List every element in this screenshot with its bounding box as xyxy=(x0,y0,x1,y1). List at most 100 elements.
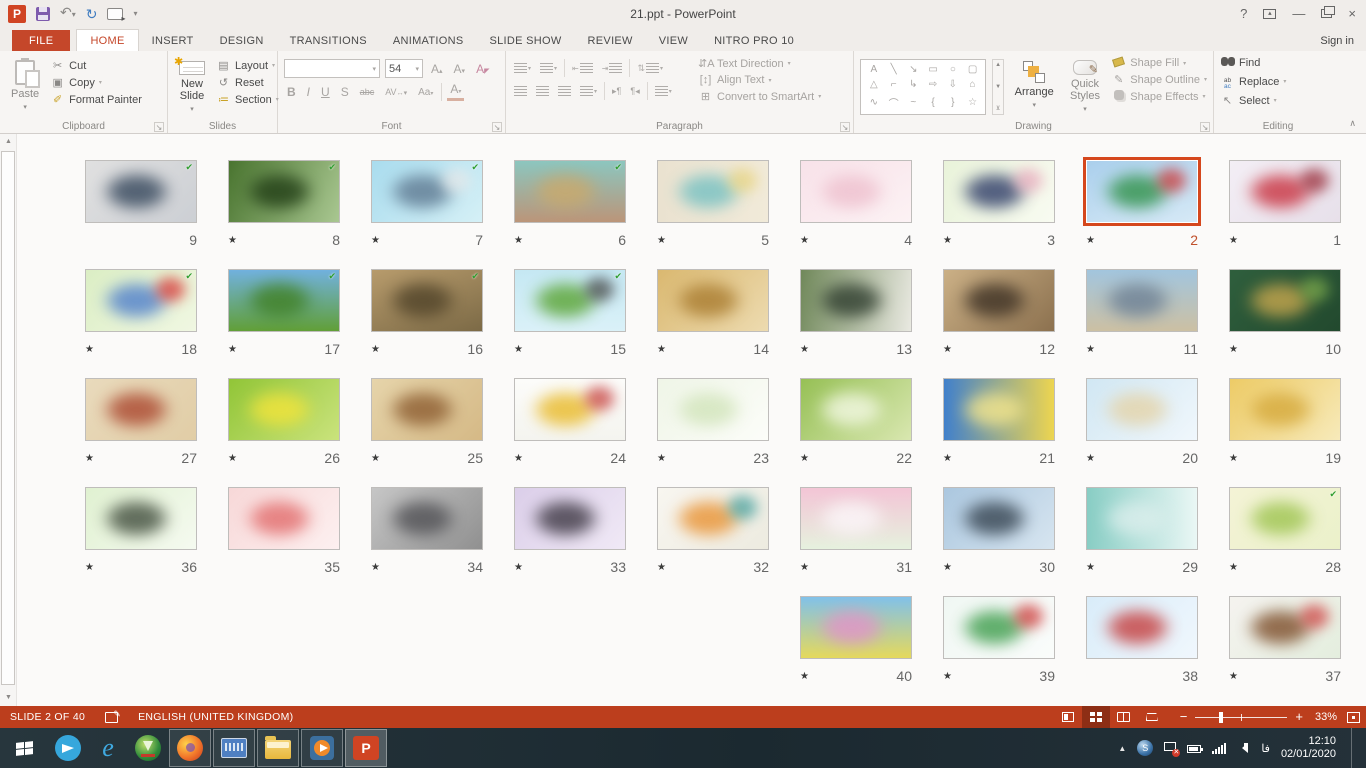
slide-thumb-35[interactable] xyxy=(228,487,340,550)
slide-thumb-34[interactable] xyxy=(371,487,483,550)
slide-sorter-view-button[interactable] xyxy=(1082,706,1110,728)
zoom-in-button[interactable]: + xyxy=(1295,712,1303,722)
vertical-scrollbar[interactable]: ▲ ▼ xyxy=(0,134,17,706)
tab-animations[interactable]: ANIMATIONS xyxy=(380,30,477,51)
taskbar-telegram-icon[interactable] xyxy=(48,728,88,768)
text-direction-button[interactable]: ⇵AText Direction▾ xyxy=(698,57,821,70)
slide-thumb-3[interactable] xyxy=(943,160,1055,223)
action-center-flag-icon[interactable] xyxy=(1164,742,1176,755)
format-painter-button[interactable]: ✐Format Painter xyxy=(50,93,142,106)
collapse-ribbon-icon[interactable]: ∧ xyxy=(1349,118,1356,129)
shapes-gallery-scroll[interactable]: ▲▼⊻ xyxy=(992,59,1003,115)
transition-star-icon[interactable]: ★ xyxy=(1086,453,1095,464)
shape-glyph-6[interactable]: △ xyxy=(870,79,878,90)
slide-thumb-18[interactable]: ✔ xyxy=(85,269,197,332)
slide-thumb-38[interactable] xyxy=(1086,596,1198,659)
transition-star-icon[interactable]: ★ xyxy=(943,671,952,682)
slide-thumb-20[interactable] xyxy=(1086,378,1198,441)
strikethrough-button[interactable]: abc xyxy=(357,87,378,97)
slide-show-button[interactable] xyxy=(1138,706,1166,728)
shape-glyph-0[interactable]: A xyxy=(871,64,878,75)
zoom-out-button[interactable]: − xyxy=(1180,712,1188,722)
find-button[interactable]: Find xyxy=(1220,57,1286,69)
slide-thumb-23[interactable] xyxy=(657,378,769,441)
slide-thumb-11[interactable] xyxy=(1086,269,1198,332)
slide-thumb-27[interactable] xyxy=(85,378,197,441)
convert-smartart-button[interactable]: ⊞Convert to SmartArt▾ xyxy=(698,90,821,103)
transition-star-icon[interactable]: ★ xyxy=(800,235,809,246)
slide-thumb-29[interactable] xyxy=(1086,487,1198,550)
shape-glyph-11[interactable]: ⌂ xyxy=(970,79,976,90)
customize-qat-icon[interactable]: ▾ xyxy=(133,9,137,18)
taskbar-download-manager-icon[interactable] xyxy=(128,728,168,768)
transition-star-icon[interactable]: ★ xyxy=(1086,344,1095,355)
taskbar-file-explorer-icon[interactable] xyxy=(257,729,299,767)
shape-glyph-5[interactable]: ▢ xyxy=(968,64,977,75)
layout-button[interactable]: ▤Layout▾ xyxy=(216,59,279,72)
shape-glyph-16[interactable]: } xyxy=(951,97,954,108)
shape-outline-button[interactable]: ✎Shape Outline▾ xyxy=(1111,73,1207,86)
ribbon-display-options-icon[interactable]: ▴ xyxy=(1263,9,1276,19)
shape-glyph-12[interactable]: ∿ xyxy=(870,97,878,108)
transition-star-icon[interactable]: ★ xyxy=(1086,235,1095,246)
increase-font-size-button[interactable]: A▴ xyxy=(428,62,446,76)
slide-thumb-17[interactable]: ✔ xyxy=(228,269,340,332)
shape-glyph-9[interactable]: ⇨ xyxy=(929,79,937,90)
reset-button[interactable]: ↺Reset xyxy=(216,76,279,89)
transition-star-icon[interactable]: ★ xyxy=(1229,453,1238,464)
bullets-button[interactable]: ▾ xyxy=(512,62,533,75)
transition-star-icon[interactable]: ★ xyxy=(85,562,94,573)
transition-star-icon[interactable]: ★ xyxy=(800,453,809,464)
copy-button[interactable]: ▣Copy▾ xyxy=(50,76,142,89)
transition-star-icon[interactable]: ★ xyxy=(514,344,523,355)
slide-thumb-37[interactable] xyxy=(1229,596,1341,659)
font-dialog-launcher[interactable]: ↘ xyxy=(492,122,502,132)
transition-star-icon[interactable]: ★ xyxy=(371,235,380,246)
slide-thumb-25[interactable] xyxy=(371,378,483,441)
slide-thumb-30[interactable] xyxy=(943,487,1055,550)
transition-star-icon[interactable]: ★ xyxy=(800,344,809,355)
spell-check-icon[interactable] xyxy=(105,712,118,723)
transition-star-icon[interactable]: ★ xyxy=(514,562,523,573)
slide-thumb-14[interactable] xyxy=(657,269,769,332)
start-button[interactable] xyxy=(0,728,48,768)
slide-thumb-39[interactable] xyxy=(943,596,1055,659)
slide-thumb-9[interactable]: ✔ xyxy=(85,160,197,223)
zoom-percentage[interactable]: 33% xyxy=(1315,711,1337,723)
show-desktop-button[interactable] xyxy=(1351,728,1356,768)
align-left-button[interactable] xyxy=(512,85,529,98)
normal-view-button[interactable] xyxy=(1054,706,1082,728)
transition-star-icon[interactable]: ★ xyxy=(800,562,809,573)
align-right-button[interactable] xyxy=(556,85,573,98)
text-shadow-button[interactable]: S xyxy=(338,85,352,99)
paragraph-dialog-launcher[interactable]: ↘ xyxy=(840,122,850,132)
ltr-direction-button[interactable]: ▸¶ xyxy=(610,85,623,98)
zoom-slider[interactable] xyxy=(1195,717,1287,718)
decrease-font-size-button[interactable]: A▾ xyxy=(451,62,469,76)
language-indicator[interactable]: فا xyxy=(1261,742,1270,755)
slide-thumb-31[interactable] xyxy=(800,487,912,550)
underline-button[interactable]: U xyxy=(318,85,333,99)
tab-review[interactable]: REVIEW xyxy=(575,30,646,51)
shape-fill-button[interactable]: Shape Fill▾ xyxy=(1111,57,1207,69)
scroll-down-icon[interactable]: ▼ xyxy=(0,690,17,706)
font-name-combo[interactable]: ▾ xyxy=(284,59,380,78)
slide-thumb-6[interactable]: ✔ xyxy=(514,160,626,223)
transition-star-icon[interactable]: ★ xyxy=(371,453,380,464)
rtl-direction-button[interactable]: ¶◂ xyxy=(628,85,641,98)
close-icon[interactable]: × xyxy=(1348,6,1356,21)
section-button[interactable]: ≔Section▾ xyxy=(216,93,279,106)
slide-thumb-12[interactable] xyxy=(943,269,1055,332)
shape-glyph-17[interactable]: ☆ xyxy=(968,97,977,108)
line-spacing-button[interactable]: ⇅▾ xyxy=(635,62,665,75)
change-case-button[interactable]: Aa▾ xyxy=(415,87,436,98)
slide-thumb-33[interactable] xyxy=(514,487,626,550)
shape-glyph-4[interactable]: ○ xyxy=(950,64,956,75)
shape-glyph-13[interactable]: ⌒ xyxy=(889,95,899,110)
slide-thumb-8[interactable]: ✔ xyxy=(228,160,340,223)
tab-nitro-pro-10[interactable]: NITRO PRO 10 xyxy=(701,30,807,51)
fit-slide-to-window-icon[interactable] xyxy=(1347,712,1360,723)
tab-slide-show[interactable]: SLIDE SHOW xyxy=(476,30,574,51)
slide-thumb-24[interactable] xyxy=(514,378,626,441)
transition-star-icon[interactable]: ★ xyxy=(943,453,952,464)
